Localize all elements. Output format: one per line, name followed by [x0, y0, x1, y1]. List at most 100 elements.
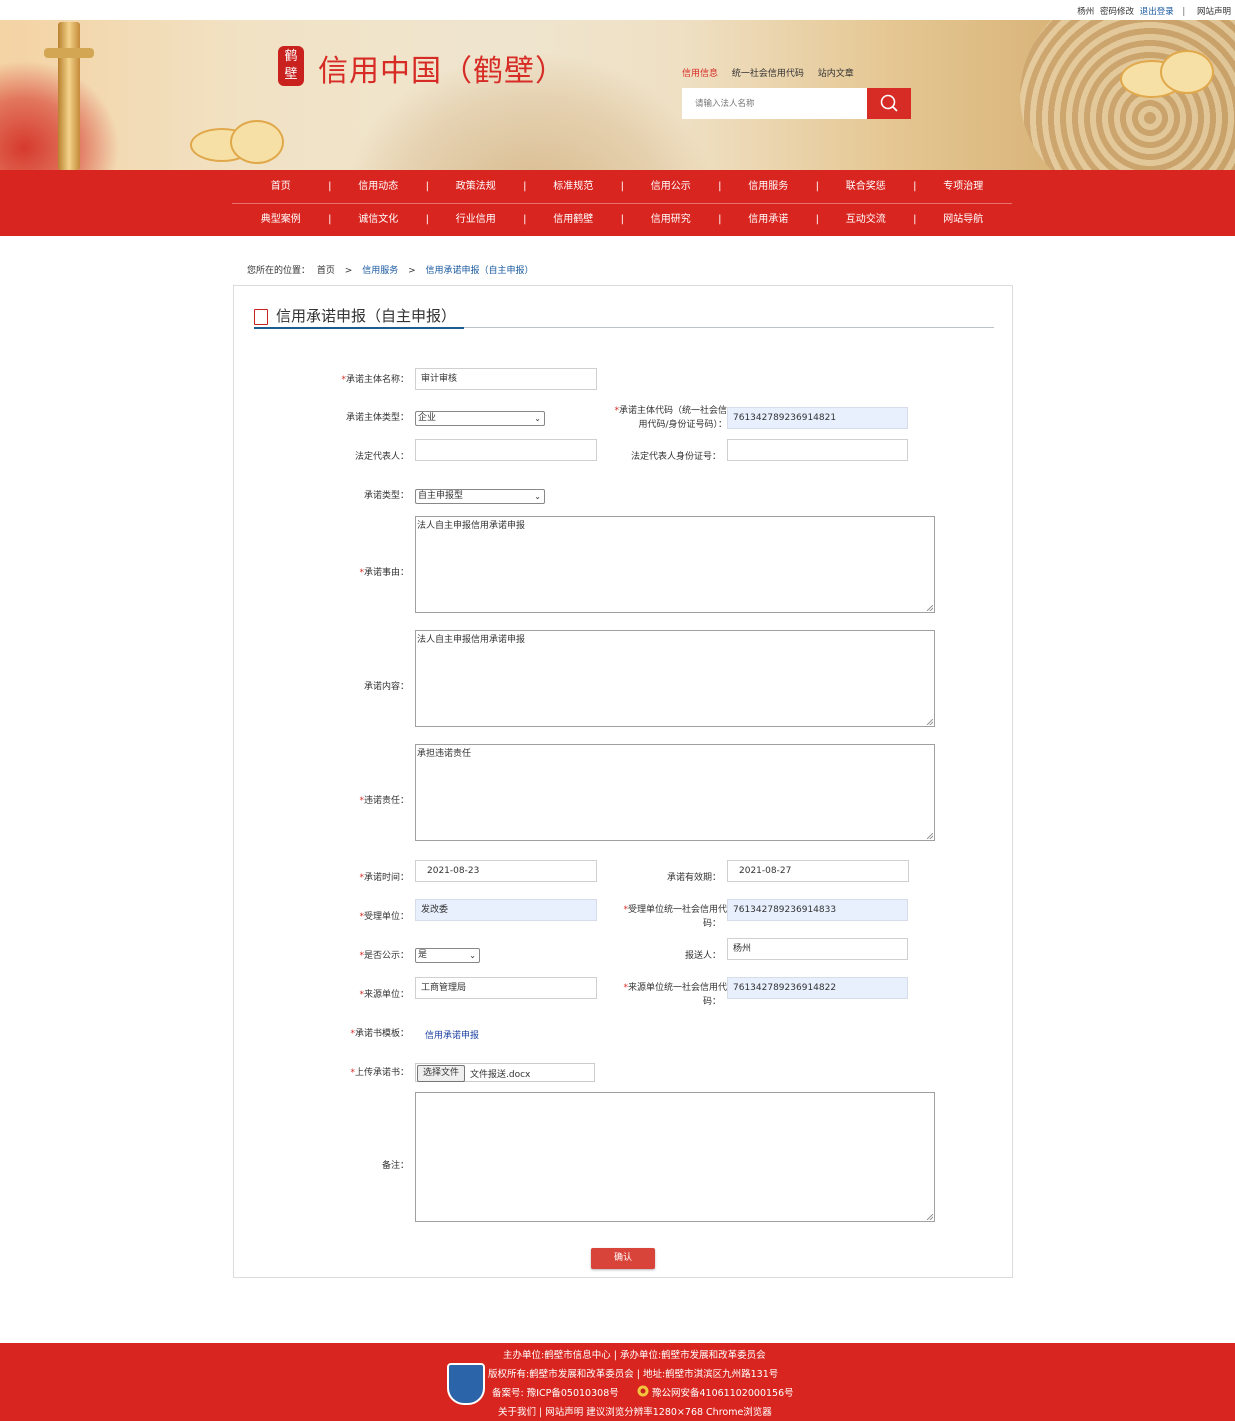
resize-handle[interactable]	[927, 1214, 933, 1220]
chevron-down-icon: ⌄	[469, 951, 476, 960]
label-text: 承诺书模板：	[354, 1029, 409, 1039]
nav-item-standards[interactable]: 标准规范 |	[525, 170, 624, 203]
textarea-value: 法人自主申报信用承诺申报	[417, 635, 526, 645]
reporter-input[interactable]: 杨州	[727, 938, 908, 960]
promise-date-label: *承诺时间：	[330, 872, 409, 885]
nav-item-credit-news[interactable]: 信用动态 |	[330, 170, 429, 203]
nav-item-interaction[interactable]: 互动交流 |	[817, 203, 917, 236]
nav-item-sitemap[interactable]: 网站导航	[915, 203, 1013, 236]
resize-handle[interactable]	[927, 719, 933, 725]
accept-unit-input[interactable]: 发改委	[415, 899, 597, 921]
nav-item-home[interactable]: 首页 |	[232, 170, 332, 203]
label-text: 承诺主体名称：	[345, 375, 409, 385]
search-icon	[880, 94, 898, 112]
nav-row: 典型案例 | 诚信文化 | 行业信用 | 信用鹤壁 | 信用研究 | 信用承诺 | 互动交流…	[232, 203, 1012, 236]
nav-item-label: 首页	[270, 181, 291, 192]
choose-file-button[interactable]: 选择文件	[417, 1065, 466, 1082]
legal-rep-id-label: 法定代表人身份证号：	[630, 452, 721, 462]
label-text: 承诺时间：	[363, 873, 409, 883]
subject-type-label: 承诺主体类型：	[345, 413, 409, 423]
nav-item-research[interactable]: 信用研究 |	[622, 203, 722, 236]
nav-item-public[interactable]: 信用公示 |	[622, 170, 722, 203]
nav-item-label: 信用公示	[650, 181, 691, 192]
reporter-label: 报送人：	[684, 951, 721, 961]
search-tab-credit-info[interactable]: 信用信息	[682, 69, 718, 79]
legal-rep-id-input[interactable]	[727, 439, 908, 461]
logout-link[interactable]: 退出登录	[1140, 7, 1174, 17]
breadcrumb-level1[interactable]: 信用服务	[362, 266, 398, 276]
subject-name-input[interactable]: 审计审核	[415, 368, 597, 390]
breadcrumb-level2[interactable]: 信用承诺申报（自主申报）	[426, 266, 534, 276]
promise-type-select[interactable]: 自主申报型 ⌄	[415, 489, 545, 504]
subject-type-select[interactable]: 企业 ⌄	[415, 411, 545, 426]
search-input[interactable]	[682, 88, 867, 119]
label-text: 上传承诺书：	[354, 1068, 409, 1078]
reason-textarea[interactable]: 法人自主申报信用承诺申报	[415, 516, 935, 613]
nav-item-promise[interactable]: 信用承诺 |	[720, 203, 819, 236]
change-password-link[interactable]: 密码修改	[1100, 7, 1134, 17]
title-underline	[254, 327, 464, 329]
site-logo[interactable]: 鹤壁	[278, 46, 304, 86]
nav-item-label: 信用动态	[358, 181, 399, 192]
valid-until-label: 承诺有效期：	[666, 873, 721, 883]
content-textarea[interactable]: 法人自主申报信用承诺申报	[415, 630, 935, 727]
remark-textarea[interactable]	[415, 1092, 935, 1222]
liability-textarea[interactable]: 承担违诺责任	[415, 744, 935, 841]
source-code-input[interactable]: 761342789236914822	[727, 977, 908, 999]
nav-item-hebi[interactable]: 信用鹤壁 |	[525, 203, 624, 236]
search-tab-articles[interactable]: 站内文章	[818, 69, 854, 79]
source-unit-label: *来源单位：	[330, 989, 409, 1002]
is-public-select[interactable]: 是 ⌄	[415, 948, 480, 963]
textarea-value: 法人自主申报信用承诺申报	[417, 521, 526, 531]
source-unit-input[interactable]: 工商管理局	[415, 977, 597, 999]
valid-until-input[interactable]: 2021-08-27	[727, 860, 909, 882]
subject-code-label-line2: 用代码/身份证号码）：	[638, 420, 727, 430]
resize-handle[interactable]	[927, 605, 933, 611]
footer-police-record[interactable]: 豫公网安备41061102000156号	[652, 1385, 794, 1399]
header-banner	[0, 20, 1235, 170]
selected-value: 是	[418, 950, 428, 960]
cloud-decoration	[230, 120, 284, 164]
remark-label: 备注：	[381, 1161, 409, 1171]
search-tab-credit-code[interactable]: 统一社会信用代码	[732, 69, 804, 79]
search-button[interactable]	[867, 88, 911, 119]
footer-sponsor: 主办单位:鹤壁市信息中心 | 承办单位:鹤壁市发展和改革委员会	[503, 1350, 766, 1361]
nav-item-label: 政策法规	[455, 181, 496, 192]
promise-date-input[interactable]: 2021-08-23	[415, 860, 597, 882]
nav-item-special[interactable]: 专项治理	[915, 170, 1013, 203]
subject-code-input[interactable]: 761342789236914821	[727, 407, 908, 429]
template-download-link[interactable]: 信用承诺申报	[425, 1028, 479, 1041]
nav-item-services[interactable]: 信用服务 |	[720, 170, 819, 203]
reason-label: *承诺事由：	[330, 567, 409, 580]
username: 杨州	[1077, 7, 1095, 17]
police-badge-icon	[637, 1385, 649, 1397]
nav-item-industry[interactable]: 行业信用 |	[427, 203, 527, 236]
resize-handle[interactable]	[927, 833, 933, 839]
label-text: 受理单位：	[363, 912, 409, 922]
legal-rep-input[interactable]	[415, 439, 597, 461]
nav-item-cases[interactable]: 典型案例 |	[232, 203, 332, 236]
liability-label: *违诺责任：	[330, 795, 409, 808]
breadcrumb-prefix: 您所在的位置：	[247, 266, 311, 276]
document-icon	[254, 309, 268, 325]
footer-icp[interactable]: 备案号: 豫ICP备05010308号	[492, 1385, 619, 1399]
confirm-button[interactable]: 确认	[591, 1248, 655, 1269]
logo-seal-text: 鹤壁	[284, 49, 298, 82]
nav-item-label: 行业信用	[455, 214, 496, 225]
label-text: 受理单位统一社会信用代	[627, 905, 727, 915]
statement-link[interactable]: 网站声明	[1197, 7, 1231, 17]
label-text: 违诺责任：	[363, 796, 409, 806]
site-title[interactable]: 信用中国（鹤壁）	[318, 46, 566, 90]
content-label: 承诺内容：	[363, 682, 409, 692]
source-code-label-line2: 码：	[702, 997, 721, 1007]
breadcrumb-home[interactable]: 首页	[317, 266, 335, 276]
nav-item-policies[interactable]: 政策法规 |	[427, 170, 527, 203]
upload-label: *上传承诺书：	[330, 1067, 409, 1080]
accept-code-input[interactable]: 761342789236914833	[727, 899, 908, 921]
nav-item-culture[interactable]: 诚信文化 |	[330, 203, 429, 236]
gov-badge-icon[interactable]	[447, 1363, 485, 1405]
file-name: 文件报送.docx	[470, 1070, 531, 1080]
panel-header: 信用承诺申报（自主申报）	[254, 303, 994, 329]
search-box	[682, 88, 867, 119]
nav-item-rewards[interactable]: 联合奖惩 |	[817, 170, 917, 203]
